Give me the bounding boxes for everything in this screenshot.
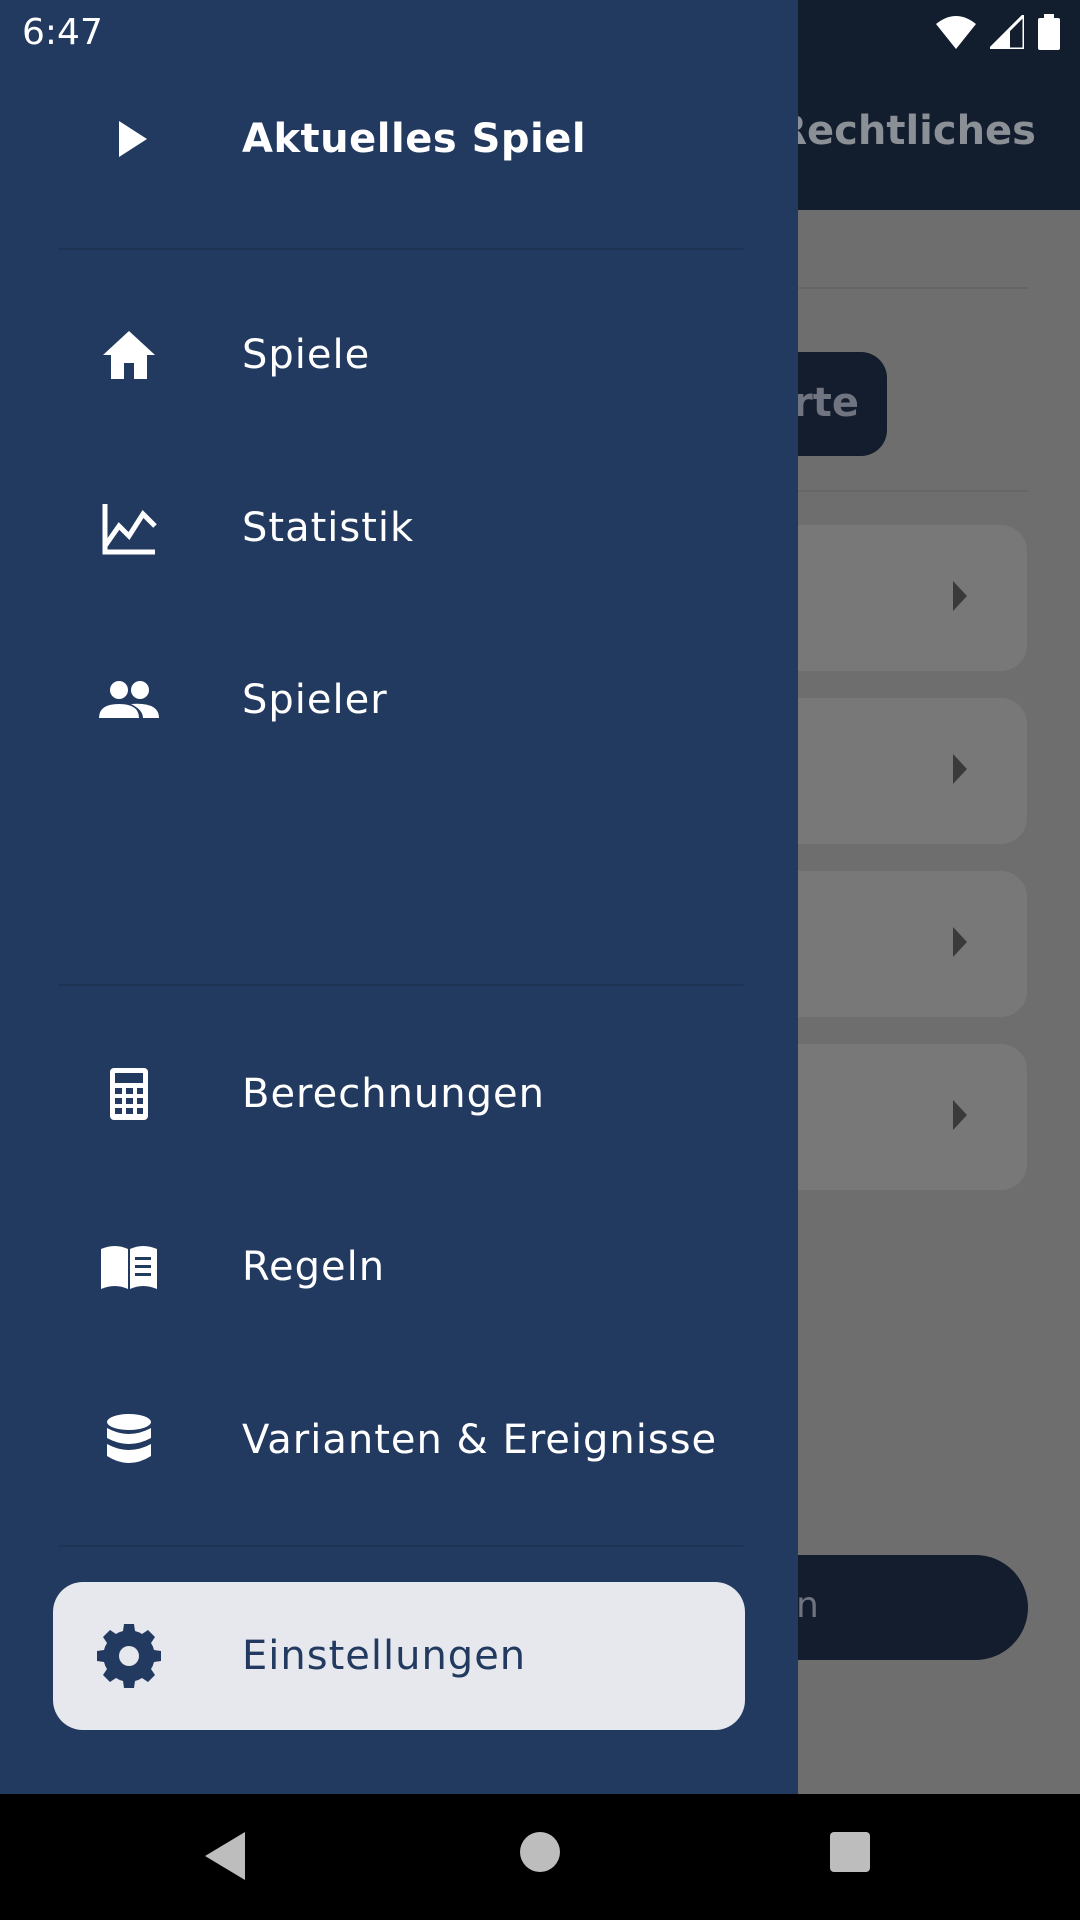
book-icon [101,1246,157,1289]
nav-label: Spiele [242,332,371,378]
background-card [760,1044,1027,1190]
nav-label: Varianten & Ereignisse [242,1417,718,1463]
drawer-divider [58,984,744,986]
signal-icon [990,15,1024,49]
play-icon [119,121,147,157]
nav-label: Spieler [242,677,388,723]
navigation-drawer: 6:47 Aktuelles Spiel Spiele Statistik Sp… [0,0,798,1794]
background-card [760,871,1027,1017]
recents-icon[interactable] [830,1832,870,1872]
nav-item-varianten-ereignisse[interactable]: Varianten & Ereignisse [53,1366,745,1514]
nav-item-spiele[interactable]: Spiele [53,281,745,429]
background-card [760,525,1027,671]
nav-label: Statistik [242,505,415,551]
background-button-label: n [796,1585,819,1626]
home-button-icon[interactable] [520,1832,560,1872]
tab-rechtliches: Rechtliches [776,108,1036,154]
background-card [760,698,1027,844]
nav-item-berechnungen[interactable]: Berechnungen [53,1020,745,1168]
background-divider [798,287,1028,289]
back-icon[interactable] [205,1832,245,1880]
system-nav-bar [0,1794,1080,1920]
status-time: 6:47 [22,12,103,53]
nav-label: Berechnungen [242,1071,545,1117]
chevron-right-icon [953,581,967,611]
chart-icon [102,504,157,555]
chevron-right-icon [953,1100,967,1130]
battery-icon [1038,14,1060,50]
drawer-divider [58,248,744,250]
nav-label: Aktuelles Spiel [242,116,587,162]
people-icon [99,681,159,718]
wifi-icon [936,16,976,49]
chevron-right-icon [953,927,967,957]
home-icon [103,331,155,379]
gear-icon [97,1624,161,1688]
nav-item-spieler[interactable]: Spieler [53,626,745,774]
nav-label: Regeln [242,1244,386,1290]
nav-item-einstellungen[interactable]: Einstellungen [53,1582,745,1730]
status-icons [936,12,1060,52]
drawer-divider [58,1545,744,1547]
database-icon [107,1414,151,1463]
nav-item-aktuelles-spiel[interactable]: Aktuelles Spiel [53,65,745,213]
chevron-right-icon [953,754,967,784]
nav-item-statistik[interactable]: Statistik [53,454,745,602]
calculator-icon [110,1068,148,1120]
background-divider [798,490,1028,492]
nav-item-regeln[interactable]: Regeln [53,1193,745,1341]
nav-label: Einstellungen [242,1633,527,1679]
